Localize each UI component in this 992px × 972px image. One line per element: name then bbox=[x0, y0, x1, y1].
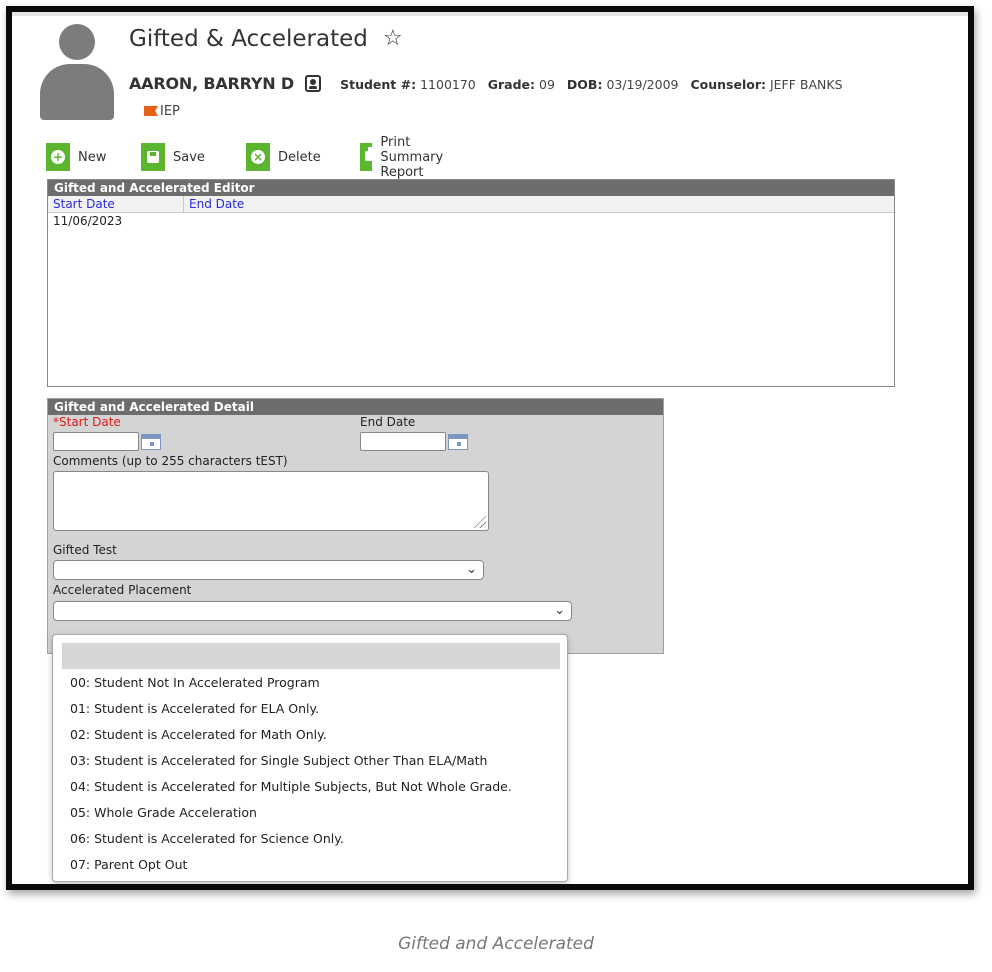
end-date-field[interactable] bbox=[360, 432, 446, 451]
dropdown-option[interactable]: 00: Student Not In Accelerated Program bbox=[70, 675, 320, 690]
counselor-value: JEFF BANKS bbox=[769, 77, 843, 92]
save-button[interactable]: Save bbox=[141, 143, 205, 171]
app-window: Gifted & Accelerated ☆ AARON, BARRYN D S… bbox=[6, 6, 974, 890]
editor-panel-title: Gifted and Accelerated Editor bbox=[48, 180, 894, 196]
avatar bbox=[40, 24, 114, 120]
counselor-label: Counselor: bbox=[690, 77, 766, 92]
dropdown-option-blank[interactable] bbox=[62, 643, 560, 669]
student-name: AARON, BARRYN D bbox=[129, 74, 294, 93]
start-date-label: *Start Date bbox=[53, 415, 121, 429]
editor-column-headers: Start Date End Date bbox=[48, 196, 894, 213]
grade-value: 09 bbox=[539, 77, 555, 92]
top-bar bbox=[12, 12, 968, 16]
contact-card-icon[interactable] bbox=[305, 75, 321, 92]
print-summary-button[interactable]: Print Summary Report bbox=[360, 135, 455, 180]
detail-panel-title: Gifted and Accelerated Detail bbox=[48, 399, 663, 415]
dropdown-option[interactable]: 07: Parent Opt Out bbox=[70, 857, 187, 872]
start-date-field[interactable] bbox=[53, 432, 139, 451]
student-meta: Student #: 1100170 Grade: 09 DOB: 03/19/… bbox=[340, 77, 842, 92]
row-start-date: 11/06/2023 bbox=[53, 214, 123, 228]
grade-label: Grade: bbox=[487, 77, 536, 92]
star-icon[interactable]: ☆ bbox=[383, 26, 403, 51]
calendar-icon[interactable] bbox=[448, 434, 468, 450]
accelerated-placement-options: 00: Student Not In Accelerated Program 0… bbox=[52, 634, 568, 882]
column-end-date[interactable]: End Date bbox=[184, 196, 244, 212]
save-icon bbox=[141, 143, 165, 171]
gifted-detail-panel: Gifted and Accelerated Detail *Start Dat… bbox=[47, 398, 664, 654]
column-start-date[interactable]: Start Date bbox=[48, 196, 184, 212]
dropdown-option[interactable]: 03: Student is Accelerated for Single Su… bbox=[70, 753, 487, 768]
table-row[interactable]: 11/06/2023 bbox=[48, 213, 894, 229]
gifted-test-select[interactable]: ⌄ bbox=[53, 560, 484, 580]
program-flag[interactable]: IEP bbox=[144, 104, 180, 119]
comments-label: Comments (up to 255 characters tEST) bbox=[53, 454, 288, 468]
delete-icon: × bbox=[246, 143, 270, 171]
chevron-down-icon: ⌄ bbox=[466, 562, 477, 577]
delete-button[interactable]: × Delete bbox=[246, 143, 321, 171]
student-number: 1100170 bbox=[420, 77, 476, 92]
page-title: Gifted & Accelerated bbox=[129, 26, 368, 52]
gifted-test-label: Gifted Test bbox=[53, 543, 117, 557]
figure-caption: Gifted and Accelerated bbox=[398, 934, 594, 954]
dropdown-option[interactable]: 05: Whole Grade Acceleration bbox=[70, 805, 257, 820]
dob-label: DOB: bbox=[566, 77, 603, 92]
student-info-line: AARON, BARRYN D Student #: 1100170 Grade… bbox=[129, 74, 843, 93]
comments-textarea[interactable] bbox=[53, 471, 489, 531]
accelerated-placement-select[interactable]: ⌄ bbox=[53, 601, 572, 621]
flag-label: IEP bbox=[160, 104, 180, 119]
new-button[interactable]: + New bbox=[46, 143, 106, 171]
dropdown-option[interactable]: 06: Student is Accelerated for Science O… bbox=[70, 831, 344, 846]
delete-button-label: Delete bbox=[278, 149, 321, 165]
print-button-label: Print Summary Report bbox=[380, 134, 444, 180]
print-icon bbox=[360, 143, 379, 171]
resize-grip-icon[interactable] bbox=[472, 514, 486, 528]
plus-icon: + bbox=[46, 143, 70, 171]
accelerated-placement-label: Accelerated Placement bbox=[53, 583, 192, 597]
save-button-label: Save bbox=[173, 149, 205, 165]
dropdown-option[interactable]: 04: Student is Accelerated for Multiple … bbox=[70, 779, 512, 794]
student-number-label: Student #: bbox=[340, 77, 417, 92]
new-button-label: New bbox=[78, 149, 107, 165]
end-date-label: End Date bbox=[360, 415, 416, 429]
dob-value: 03/19/2009 bbox=[606, 77, 679, 92]
chevron-down-icon: ⌄ bbox=[554, 603, 565, 618]
flag-icon bbox=[144, 106, 158, 116]
dropdown-option[interactable]: 02: Student is Accelerated for Math Only… bbox=[70, 727, 327, 742]
gifted-editor-panel: Gifted and Accelerated Editor Start Date… bbox=[47, 179, 895, 387]
calendar-icon[interactable] bbox=[141, 434, 161, 450]
dropdown-option[interactable]: 01: Student is Accelerated for ELA Only. bbox=[70, 701, 319, 716]
